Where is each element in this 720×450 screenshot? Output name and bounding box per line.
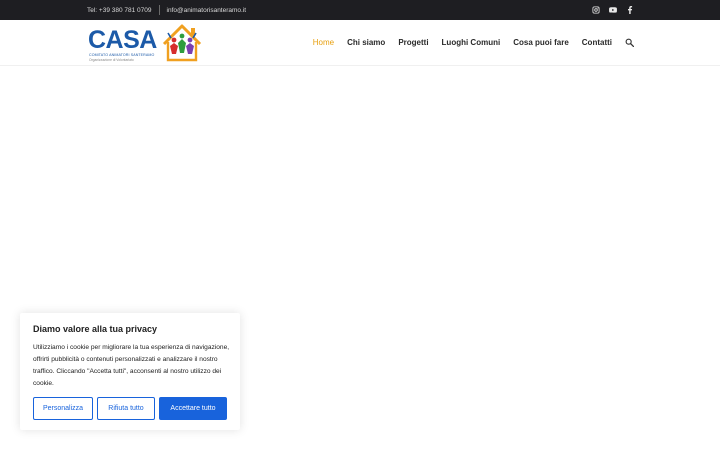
youtube-icon[interactable]: [609, 6, 617, 14]
site-header: CASA COMITATO ANIMATORI SANTERAMO Organi…: [0, 20, 720, 66]
top-bar: Tel: +39 380 781 0709 info@animatorisant…: [0, 0, 720, 20]
cookie-consent-banner: Diamo valore alla tua privacy Utilizziam…: [20, 313, 240, 430]
main-navigation: Home Chi siamo Progetti Luoghi Comuni Co…: [313, 20, 635, 64]
divider: [158, 5, 160, 15]
logo-wordmark: CASA: [88, 26, 157, 54]
logo-tagline: COMITATO ANIMATORI SANTERAMO: [89, 53, 155, 57]
accept-all-button[interactable]: Accettare tutto: [159, 397, 227, 420]
social-links: [592, 0, 634, 20]
nav-item-contatti[interactable]: Contatti: [582, 38, 612, 47]
instagram-icon[interactable]: [592, 6, 600, 14]
reject-all-button[interactable]: Rifiuta tutto: [97, 397, 155, 420]
email-link[interactable]: info@animatorisanteramo.it: [167, 7, 247, 14]
site-logo[interactable]: CASA COMITATO ANIMATORI SANTERAMO Organi…: [87, 22, 205, 64]
phone-text[interactable]: Tel: +39 380 781 0709: [87, 7, 152, 14]
page: Tel: +39 380 781 0709 info@animatorisant…: [0, 0, 720, 450]
cookie-description: Utilizziamo i cookie per migliorare la t…: [33, 344, 230, 387]
cookie-title: Diamo valore alla tua privacy: [33, 324, 158, 334]
nav-item-chi-siamo[interactable]: Chi siamo: [347, 38, 385, 47]
nav-item-progetti[interactable]: Progetti: [398, 38, 428, 47]
house-logo-icon: [162, 24, 202, 62]
logo-subtitle: Organizzazione di Volontariato: [89, 58, 134, 62]
search-icon[interactable]: [625, 38, 635, 47]
nav-item-luoghi-comuni[interactable]: Luoghi Comuni: [442, 38, 501, 47]
nav-item-home[interactable]: Home: [313, 38, 334, 47]
contact-info: Tel: +39 380 781 0709 info@animatorisant…: [87, 0, 246, 20]
nav-item-cosa-puoi-fare[interactable]: Cosa puoi fare: [513, 38, 569, 47]
customize-button[interactable]: Personalizza: [33, 397, 93, 420]
facebook-icon[interactable]: [626, 6, 634, 14]
cookie-actions: Personalizza Rifiuta tutto Accettare tut…: [33, 397, 227, 420]
